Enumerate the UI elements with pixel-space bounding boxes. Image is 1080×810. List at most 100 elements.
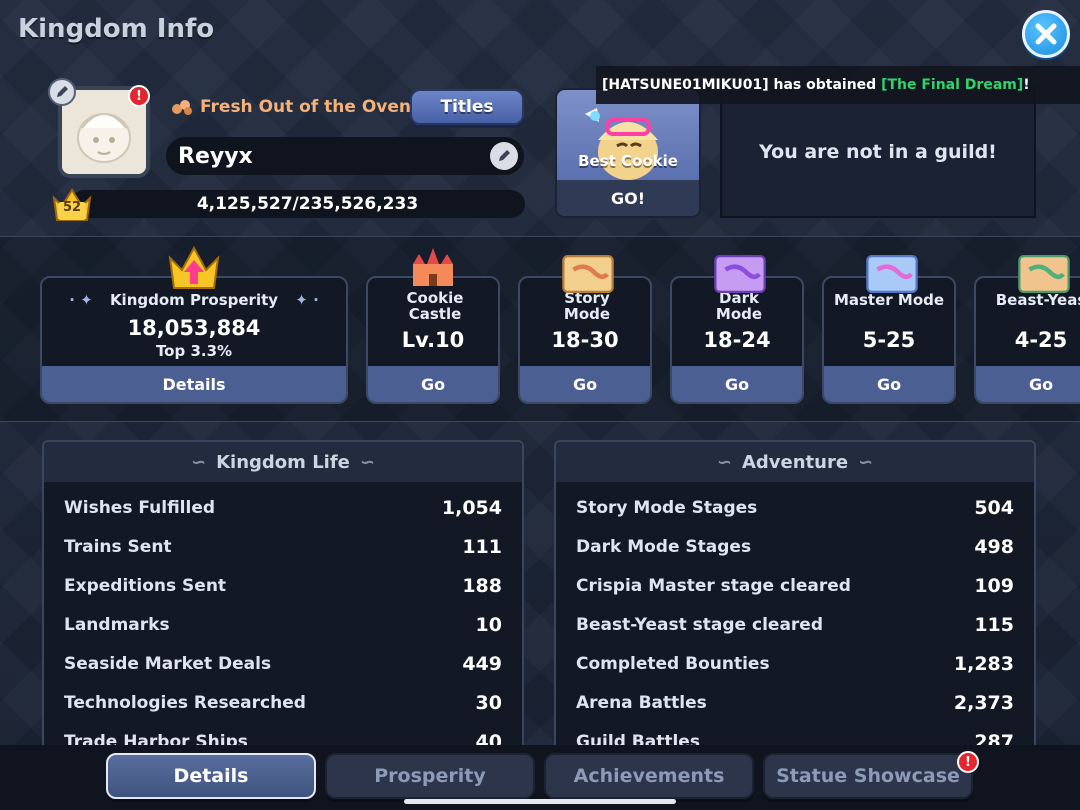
stat-row: Arena Battles 2,373 (556, 683, 1034, 722)
kingdom-life-panel: ∽ Kingdom Life ∽ Wishes Fulfilled 1,054 T… (42, 440, 524, 760)
level-badge: 52 (50, 184, 94, 224)
cookie-castle-card: Cookie Castle Lv.10 Go (366, 276, 500, 404)
sparkle-icon: ✦ · (295, 291, 319, 309)
stat-row: Wishes Fulfilled 1,054 (44, 488, 522, 527)
stat-row: Landmarks 10 (44, 605, 522, 644)
kingdom-prosperity-card: · ✦ Kingdom Prosperity ✦ · 18,053,884 To… (40, 276, 348, 404)
adventure-title: Adventure (741, 451, 849, 473)
stat-row: Seaside Market Deals 449 (44, 644, 522, 683)
dark-mode-go-button[interactable]: Go (672, 366, 802, 402)
ticker-item: [The Final Dream] (881, 77, 1024, 93)
stat-value: 1,283 (953, 652, 1014, 675)
prosperity-rank: Top 3.3% (155, 342, 233, 360)
stat-row: Story Mode Stages 504 (556, 488, 1034, 527)
stat-value: 498 (974, 535, 1014, 558)
stat-label: Completed Bounties (576, 653, 770, 674)
stat-value: 109 (974, 574, 1014, 597)
stat-row: Expeditions Sent 188 (44, 566, 522, 605)
story-map-icon (562, 254, 614, 294)
stat-row: Technologies Researched 30 (44, 683, 522, 722)
title-badge-text: Fresh Out of the Oven (200, 97, 412, 117)
ticker-end: ! (1023, 77, 1030, 93)
stat-label: Dark Mode Stages (576, 536, 752, 557)
prosperity-title: Kingdom Prosperity (109, 291, 279, 309)
close-icon (1035, 23, 1057, 45)
card-value: 18-30 (551, 328, 619, 352)
level-value: 52 (62, 200, 82, 215)
stat-value: 111 (462, 535, 502, 558)
card-title: Cookie Castle (406, 289, 464, 323)
tab-statue-showcase[interactable]: Statue Showcase (763, 753, 973, 799)
stat-value: 10 (475, 613, 502, 636)
stat-value: 2,373 (953, 691, 1014, 714)
story-mode-go-button[interactable]: Go (520, 366, 650, 402)
kingdom-life-header: ∽ Kingdom Life ∽ (44, 442, 522, 482)
card-value: Lv.10 (401, 328, 465, 352)
card-value: 18-24 (703, 328, 771, 352)
adventure-panel: ∽ Adventure ∽ Story Mode Stages 504 Dark … (554, 440, 1036, 760)
ticker-text: has obtained (768, 77, 882, 93)
best-cookie-label: Best Cookie (578, 152, 678, 170)
swirl-icon: ∽ (716, 451, 732, 473)
stat-label: Technologies Researched (64, 692, 306, 713)
stat-row: Dark Mode Stages 498 (556, 527, 1034, 566)
tab-prosperity[interactable]: Prosperity (325, 753, 535, 799)
stat-label: Expeditions Sent (64, 575, 227, 596)
master-map-icon (866, 254, 918, 294)
pencil-icon (499, 150, 510, 161)
beast-yeast-map-icon (1018, 254, 1070, 294)
stat-label: Trains Sent (64, 536, 172, 557)
stat-label: Arena Battles (576, 692, 707, 713)
swirl-icon: ∽ (359, 451, 375, 473)
xp-bar: 4,125,527/235,526,233 (70, 190, 525, 218)
master-mode-go-button[interactable]: Go (824, 366, 954, 402)
title-badge: Fresh Out of the Oven (170, 97, 411, 117)
stat-value: 1,054 (441, 496, 502, 519)
edit-avatar-button[interactable] (48, 78, 76, 106)
tab-details[interactable]: Details (106, 753, 316, 799)
prosperity-crown-icon (168, 245, 220, 289)
prosperity-details-button[interactable]: Details (42, 366, 346, 402)
card-value: 4-25 (1014, 328, 1068, 352)
stat-row: Beast-Yeast stage cleared 115 (556, 605, 1034, 644)
stat-row: Trains Sent 111 (44, 527, 522, 566)
dark-map-icon (714, 254, 766, 294)
close-button[interactable] (1022, 10, 1070, 58)
adventure-header: ∽ Adventure ∽ (556, 442, 1034, 482)
ticker-user: [HATSUNE01MIKU01] (602, 77, 769, 93)
player-name: Reyyx (166, 137, 524, 175)
best-cookie-card[interactable]: Best Cookie GO! (555, 88, 701, 218)
prosperity-header: · ✦ Kingdom Prosperity ✦ · (42, 292, 346, 308)
edit-name-button[interactable] (490, 142, 518, 170)
titles-button[interactable]: Titles (410, 89, 524, 125)
crumbs-icon (172, 100, 192, 115)
pencil-icon (57, 86, 68, 97)
stat-label: Beast-Yeast stage cleared (576, 614, 823, 635)
news-ticker: [HATSUNE01MIKU01] has obtained [The Fina… (596, 66, 1080, 104)
stat-value: 504 (974, 496, 1014, 519)
home-indicator[interactable] (404, 799, 676, 804)
castle-icon (413, 248, 453, 286)
stat-value: 449 (462, 652, 502, 675)
stat-value: 188 (462, 574, 502, 597)
kingdom-life-title: Kingdom Life (216, 451, 350, 473)
stat-row: Crispia Master stage cleared 109 (556, 566, 1034, 605)
prosperity-value: 18,053,884 (127, 316, 261, 340)
stat-label: Story Mode Stages (576, 497, 758, 518)
stat-label: Crispia Master stage cleared (576, 575, 851, 596)
stat-label: Landmarks (64, 614, 170, 635)
card-value: 5-25 (862, 328, 916, 352)
stat-label: Wishes Fulfilled (64, 497, 216, 518)
stat-row: Completed Bounties 1,283 (556, 644, 1034, 683)
stat-value: 30 (475, 691, 502, 714)
page-title: Kingdom Info (18, 14, 215, 44)
guild-panel: You are not in a guild! (720, 86, 1036, 218)
stat-value: 115 (974, 613, 1014, 636)
tab-achievements[interactable]: Achievements (544, 753, 754, 799)
beast-yeast-go-button[interactable]: Go (976, 366, 1080, 402)
stat-label: Seaside Market Deals (64, 653, 272, 674)
best-cookie-go-button[interactable]: GO! (557, 180, 699, 216)
cookie-castle-go-button[interactable]: Go (368, 366, 498, 402)
statue-showcase-alert-badge: ! (957, 751, 979, 773)
avatar-alert-badge: ! (128, 85, 150, 107)
